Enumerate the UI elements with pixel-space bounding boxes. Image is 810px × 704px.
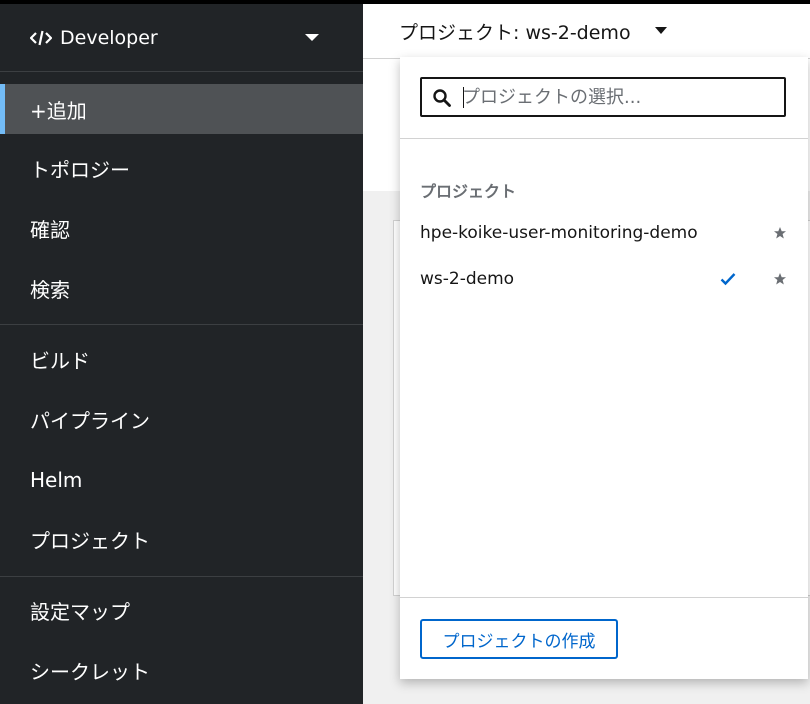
check-icon <box>720 273 736 286</box>
search-icon <box>433 89 451 107</box>
nav-item-observe[interactable]: 確認 <box>0 203 363 253</box>
project-option-name: hpe-koike-user-monitoring-demo <box>420 223 698 243</box>
project-dropdown-menu: プロジェクト hpe-koike-user-monitoring-demo ws… <box>400 57 808 679</box>
star-icon[interactable] <box>773 272 787 286</box>
nav-divider <box>0 576 363 577</box>
nav-divider <box>0 324 363 325</box>
project-search-box[interactable] <box>420 77 786 117</box>
project-search-input[interactable] <box>462 85 782 109</box>
nav-item-builds[interactable]: ビルド <box>0 334 363 384</box>
nav-item-topology[interactable]: トポロジー <box>0 143 363 193</box>
menu-divider <box>400 597 808 598</box>
caret-down-icon[interactable] <box>655 27 667 34</box>
perspective-label: Developer <box>60 26 158 49</box>
project-group-title: プロジェクト <box>420 182 517 201</box>
nav-item-label: 設定マップ <box>30 599 130 624</box>
create-project-button[interactable]: プロジェクトの作成 <box>420 619 618 659</box>
nav-item-label: プロジェクト <box>30 528 150 553</box>
nav-item-project[interactable]: プロジェクト <box>0 514 363 564</box>
nav-item-label: シークレット <box>30 659 150 684</box>
nav-item-helm[interactable]: Helm <box>0 455 363 505</box>
nav-item-label: 確認 <box>30 217 70 242</box>
nav-item-label: +追加 <box>30 98 87 123</box>
text-cursor <box>463 87 464 108</box>
nav-item-label: トポロジー <box>30 157 130 182</box>
nav-item-search[interactable]: 検索 <box>0 263 363 313</box>
nav-item-pipelines[interactable]: パイプライン <box>0 394 363 444</box>
project-selector-toggle[interactable]: プロジェクト: ws-2-demo <box>399 18 631 45</box>
perspective-switcher[interactable]: Developer <box>0 4 363 72</box>
nav-item-configmaps[interactable]: 設定マップ <box>0 585 363 635</box>
code-icon <box>30 30 52 45</box>
nav-item-label: Helm <box>30 468 83 492</box>
nav-item-secrets[interactable]: シークレット <box>0 645 363 695</box>
project-option[interactable]: hpe-koike-user-monitoring-demo <box>400 212 808 256</box>
nav-item-label: パイプライン <box>30 408 150 433</box>
project-option-name: ws-2-demo <box>420 269 515 289</box>
menu-divider <box>400 138 808 139</box>
nav-item-add[interactable]: +追加 <box>0 84 363 134</box>
sidebar: Developer +追加 トポロジー 確認 検索 ビルド パイプライン Hel… <box>0 0 363 704</box>
top-bar: プロジェクト: ws-2-demo <box>363 0 810 58</box>
nav-item-label: ビルド <box>30 348 90 373</box>
project-option-selected[interactable]: ws-2-demo <box>400 258 808 302</box>
star-icon[interactable] <box>773 226 787 240</box>
nav-item-label: 検索 <box>30 277 70 302</box>
caret-down-icon <box>305 34 319 41</box>
